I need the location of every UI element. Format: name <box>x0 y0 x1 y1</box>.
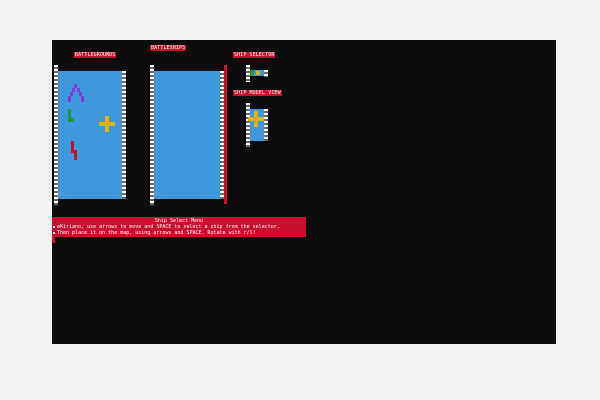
bullet-icon <box>53 226 55 228</box>
menu-instruction-2: Then place it on the map, using arrows a… <box>57 230 256 236</box>
bullet-icon <box>53 232 55 234</box>
selector-rail-right <box>264 70 268 77</box>
ship-selector-label: SHIP SELECTOR <box>233 52 276 58</box>
selector-ship-highlight <box>256 71 260 75</box>
ship-model-view-label: SHIP MODEL VIEW <box>233 90 282 96</box>
battleships-label: BATTLESHIPS <box>150 45 187 51</box>
menu-tail <box>52 237 55 243</box>
ship-select-menu: Ship Select Menu eKiriano, use arrows to… <box>52 217 306 237</box>
opponent-board[interactable] <box>154 71 220 199</box>
left-board-rail-right <box>122 71 126 199</box>
model-view-rail-right <box>264 109 268 141</box>
game-screen: BATTLEGROUNDS BATTLESHIPS SHIP SELECTOR … <box>52 40 556 344</box>
battlegrounds-label: BATTLEGROUNDS <box>74 52 117 58</box>
board-divider <box>224 65 227 204</box>
player-board[interactable] <box>58 71 122 199</box>
